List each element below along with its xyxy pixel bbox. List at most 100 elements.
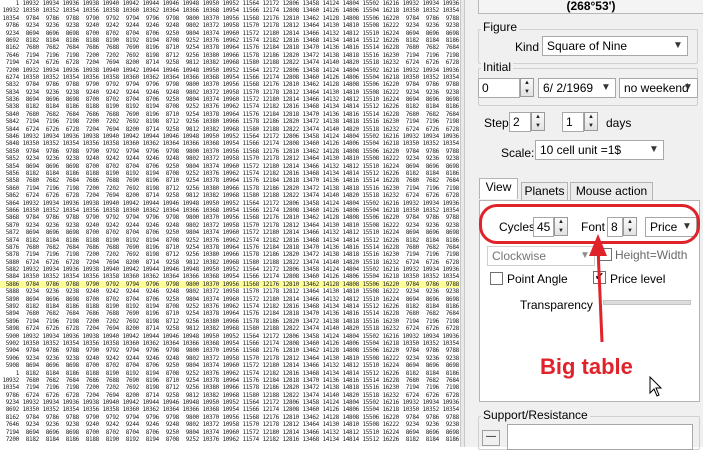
days-spinner[interactable]: ▲ ▼ bbox=[584, 112, 598, 131]
kind-select[interactable]: Square of Nine ▼ bbox=[542, 36, 688, 56]
table-cell: 16232 bbox=[382, 258, 399, 266]
table-cell: 16226 bbox=[382, 169, 399, 177]
spin-up-icon: ▲ bbox=[524, 80, 530, 86]
table-cell: 10350 bbox=[22, 7, 39, 15]
table-cell: 14134 bbox=[322, 236, 339, 244]
table-cell: 6724 bbox=[25, 192, 40, 200]
table-cell: 10374 bbox=[202, 229, 219, 237]
initial-value-spinner[interactable]: ▲ ▼ bbox=[520, 78, 534, 97]
table-cell: 16220 bbox=[380, 280, 400, 289]
table-row: 5874 8182 8184 8186 8188 8190 8192 8194 8708 9252… bbox=[0, 237, 460, 244]
table-cell: 7680 bbox=[25, 110, 40, 118]
chevron-down-icon: ▼ bbox=[601, 82, 611, 93]
tab-planets[interactable]: Planets bbox=[521, 182, 568, 201]
table-cell: 16232 bbox=[382, 192, 399, 200]
table-cell: 15516 bbox=[362, 317, 379, 325]
step-input[interactable]: 2 bbox=[509, 112, 531, 132]
table-cell: 10936 bbox=[442, 133, 459, 141]
table-cell: 10358 bbox=[102, 339, 119, 347]
step-spinner[interactable]: ▲ ▼ bbox=[531, 112, 545, 131]
table-cell: 7196 bbox=[45, 51, 60, 59]
table-cell: 11576 bbox=[242, 243, 259, 251]
table-row: 8692 8182 8184 8186 8188 8190 8192 8194 8708 9252… bbox=[0, 37, 460, 44]
table-cell: 9246 bbox=[145, 88, 160, 96]
table-cell: 9240 bbox=[85, 288, 100, 296]
table-cell: 10964 bbox=[222, 44, 239, 52]
table-cell: 16228 bbox=[382, 177, 399, 185]
table-cell: 7194 bbox=[5, 428, 20, 436]
table-cell: 12176 bbox=[262, 14, 279, 22]
table-cell: 8706 bbox=[145, 162, 160, 170]
initial-date-picker[interactable]: 6/ 2/1969 ▼ bbox=[538, 78, 616, 98]
table-cell: 10360 bbox=[122, 339, 139, 347]
table-cell: 9796 bbox=[145, 147, 160, 155]
table-cell: 13468 bbox=[302, 169, 319, 177]
table-cell: 8694 bbox=[25, 362, 40, 370]
table-cell: 15512 bbox=[362, 369, 379, 377]
table-cell: 9796 bbox=[145, 81, 160, 89]
table-cell: 12806 bbox=[282, 0, 299, 7]
transparency-slider[interactable] bbox=[603, 300, 691, 305]
table-cell: 12816 bbox=[282, 303, 299, 311]
table-cell: 10952 bbox=[222, 133, 239, 141]
scale-select[interactable]: 10 cell unit =1$ ▼ bbox=[535, 140, 664, 160]
table-cell: 12182 bbox=[262, 369, 279, 377]
table-cell: 15518 bbox=[362, 258, 379, 266]
table-cell: 8198 bbox=[145, 251, 160, 259]
table-cell: 14136 bbox=[322, 44, 339, 52]
days-input[interactable]: 1 bbox=[562, 112, 584, 132]
weekend-select[interactable]: no weekend ▼ bbox=[619, 78, 698, 98]
table-cell: 12178 bbox=[262, 22, 279, 30]
point-angle-checkbox[interactable] bbox=[490, 272, 503, 285]
table-row: 8162 9784 9786 9788 9790 9792 9794 9796 9798 9800… bbox=[0, 414, 460, 421]
table-cell: 8700 bbox=[85, 162, 100, 170]
table-cell: 16222 bbox=[382, 421, 399, 429]
table-cell: 9244 bbox=[125, 22, 140, 30]
table-cell: 13474 bbox=[302, 325, 319, 333]
table-cell: 9240 bbox=[85, 155, 100, 163]
direction-select[interactable]: Clockwise ▼ bbox=[487, 246, 595, 266]
table-cell: 8186 bbox=[445, 303, 460, 311]
table-cell: 5846 bbox=[5, 133, 20, 141]
tab-mouse-action[interactable]: Mouse action bbox=[570, 182, 653, 201]
table-cell: 14140 bbox=[322, 59, 339, 67]
table-cell: 9240 bbox=[85, 354, 100, 362]
table-cell: 15508 bbox=[362, 421, 379, 429]
table-cell: 8698 bbox=[445, 229, 460, 237]
table-cell: 7680 bbox=[405, 110, 420, 118]
table-cell: 9238 bbox=[65, 288, 80, 296]
table-cell: 9786 bbox=[425, 14, 440, 22]
table-cell: 7200 bbox=[85, 251, 100, 259]
table-cell: 8710 bbox=[165, 177, 180, 185]
table-cell: 14136 bbox=[322, 110, 339, 118]
price-table-grid[interactable]: 1 10932 10934 10936 10938 10940 10942 10944 1094… bbox=[0, 0, 460, 447]
table-cell: 10958 bbox=[222, 221, 239, 229]
table-cell: 14808 bbox=[342, 147, 359, 155]
remove-level-button[interactable]: — bbox=[482, 430, 500, 446]
table-cell: 8190 bbox=[105, 103, 120, 111]
table-cell: 7690 bbox=[125, 177, 140, 185]
table-cell: 12810 bbox=[282, 14, 299, 22]
table-row: 8162 7680 7682 7684 7686 7688 7690 8196 8710 9254… bbox=[0, 44, 460, 51]
table-cell: 7692 bbox=[125, 317, 140, 325]
table-cell: 16226 bbox=[382, 103, 399, 111]
table-cell: 10934 bbox=[42, 66, 59, 74]
table-cell: 10364 bbox=[162, 206, 179, 214]
table-cell: 9794 bbox=[125, 14, 140, 22]
support-resistance-list[interactable] bbox=[507, 424, 693, 450]
table-cell: 16222 bbox=[382, 155, 399, 163]
table-cell: 7198 bbox=[445, 184, 460, 192]
table-cell: 13462 bbox=[302, 14, 319, 22]
tab-view[interactable]: View bbox=[479, 178, 518, 199]
table-cell: 14808 bbox=[340, 280, 360, 289]
table-cell: 9252 bbox=[185, 36, 200, 44]
table-cell: 7692 bbox=[125, 384, 140, 392]
table-cell: 12818 bbox=[282, 110, 299, 118]
initial-value-input[interactable]: 0 bbox=[478, 78, 520, 98]
table-cell: 8196 bbox=[145, 376, 160, 384]
table-cell: 8700 bbox=[85, 96, 100, 104]
table-cell: 8708 bbox=[165, 369, 180, 377]
table-cell: 12180 bbox=[262, 162, 279, 170]
table-cell: 14820 bbox=[342, 325, 359, 333]
table-cell: 15508 bbox=[362, 88, 379, 96]
